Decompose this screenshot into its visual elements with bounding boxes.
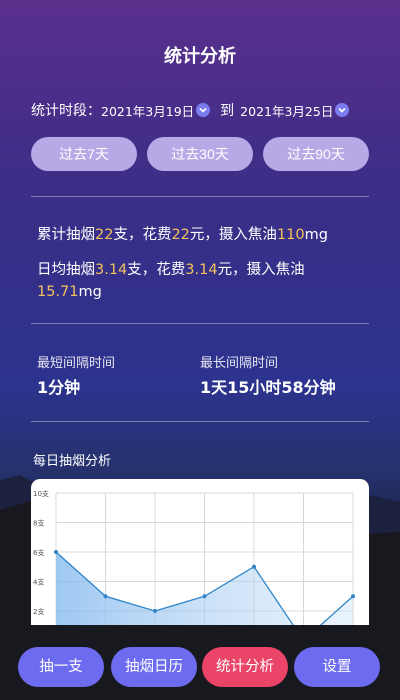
page-title: 统计分析 (164, 46, 236, 67)
shortest-interval-label: 最短间隔时间 (37, 356, 116, 371)
tab-statistics[interactable]: 统计分析 (202, 647, 288, 687)
y-tick-label: 4支 (33, 578, 44, 587)
tab-smoke-one[interactable]: 抽一支 (18, 647, 104, 687)
total-summary: 累计抽烟22支，花费22元，摄入焦油110mg (37, 227, 328, 243)
data-point (54, 550, 58, 554)
data-point (202, 594, 207, 599)
daily-average-summary: 日均抽烟3.14支，花费3.14元，摄入焦油15.71mg (37, 262, 305, 300)
divider (31, 196, 369, 197)
date-range-row: 统计时段： 2021年3月19日 到 2021年3月25日 (31, 99, 371, 121)
end-date[interactable]: 2021年3月25日 (240, 101, 333, 120)
daily-smoking-chart: 10支 8支 6支 4支 2支 (31, 479, 369, 625)
y-tick-label: 6支 (33, 548, 44, 557)
bottom-tab-bar: 抽一支 抽烟日历 统计分析 设置 (18, 647, 380, 687)
tab-settings[interactable]: 设置 (294, 647, 380, 687)
period-selector: 过去7天 过去30天 过去90天 (31, 137, 369, 171)
longest-interval-value: 1天15小时58分钟 (200, 378, 336, 397)
period-30-days-button[interactable]: 过去30天 (147, 137, 253, 171)
chart-plot: 10支 8支 6支 4支 2支 (33, 489, 355, 625)
divider (31, 323, 369, 324)
tab-smoking-calendar[interactable]: 抽烟日历 (111, 647, 197, 687)
y-tick-label: 2支 (33, 607, 44, 616)
data-point (351, 594, 355, 599)
range-to: 到 (220, 103, 235, 119)
chevron-down-icon[interactable] (335, 103, 350, 117)
data-point (153, 609, 157, 613)
shortest-interval-value: 1分钟 (37, 378, 81, 397)
period-90-days-button[interactable]: 过去90天 (263, 137, 369, 171)
y-tick-label: 10支 (33, 489, 49, 498)
range-label: 统计时段： (31, 103, 101, 119)
chart-title: 每日抽烟分析 (33, 454, 112, 469)
period-7-days-button[interactable]: 过去7天 (31, 137, 137, 171)
chevron-down-icon[interactable] (196, 103, 211, 117)
start-date[interactable]: 2021年3月19日 (101, 101, 194, 120)
longest-interval-label: 最长间隔时间 (200, 356, 279, 371)
data-point (252, 564, 256, 569)
data-point (103, 594, 108, 599)
divider (31, 421, 369, 422)
y-tick-label: 8支 (33, 519, 44, 528)
